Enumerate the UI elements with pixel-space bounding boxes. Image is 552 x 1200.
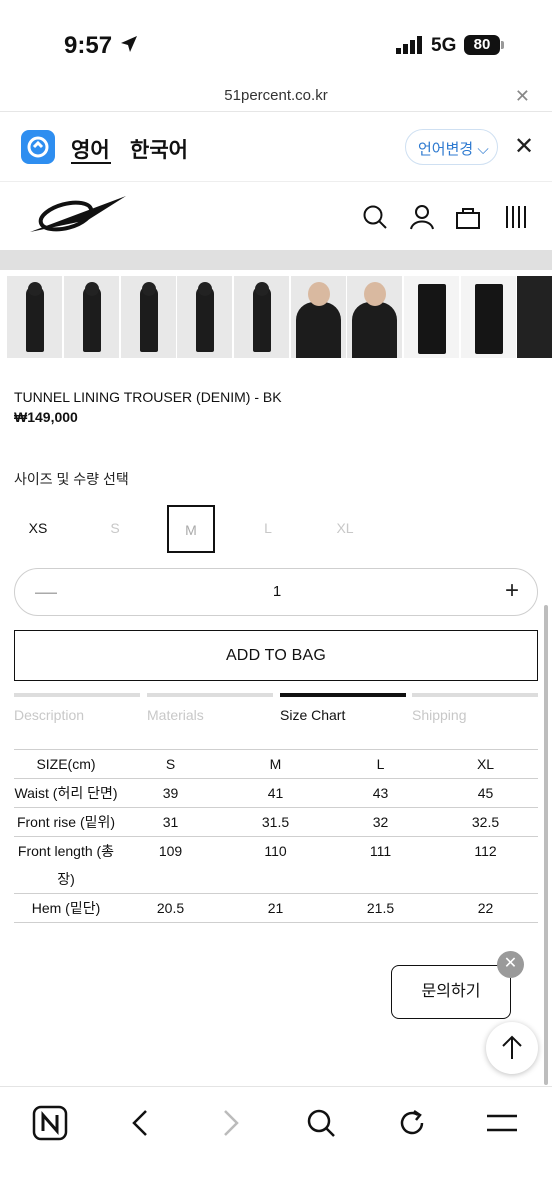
row-label: Waist (허리 단면) (14, 778, 118, 808)
url-bar[interactable]: 51percent.co.kr ✕ (0, 84, 552, 112)
table-cell: 109 (118, 836, 223, 894)
tab-description[interactable]: Description (14, 693, 140, 723)
bag-icon[interactable] (455, 204, 481, 230)
browser-bottom-nav (0, 1086, 552, 1200)
product-thumbnail[interactable] (121, 276, 176, 358)
translate-app-icon (21, 130, 55, 164)
size-chart-table: SIZE(cm) S M L XL Waist (허리 단면) 39 41 43… (14, 749, 538, 923)
scrollbar[interactable] (544, 605, 548, 1085)
source-language-tab[interactable]: 영어 (71, 134, 110, 164)
table-cell: 21.5 (328, 893, 433, 923)
table-cell: 43 (328, 778, 433, 808)
row-label-line: Front length (총 (17, 843, 115, 859)
size-option-l[interactable]: L (244, 505, 292, 553)
battery-tip (501, 41, 504, 49)
menu-icon[interactable] (504, 204, 528, 230)
table-cell: 110 (223, 836, 328, 894)
quantity-stepper: — 1 + (14, 568, 538, 616)
table-row: Waist (허리 단면) 39 41 43 45 (14, 778, 538, 808)
table-cell: 22 (433, 893, 538, 923)
product-info-tabs: Description Materials Size Chart Shippin… (14, 693, 538, 723)
table-cell: 111 (328, 836, 433, 894)
table-row: Front length (총장) 109 110 111 112 (14, 836, 538, 894)
close-inquiry-icon[interactable]: ✕ (497, 951, 524, 978)
row-label: Hem (밑단) (14, 893, 118, 923)
table-cell: 39 (118, 778, 223, 808)
product-thumbnail[interactable] (291, 276, 346, 358)
table-cell: 31.5 (223, 807, 328, 837)
column-header: S (118, 749, 223, 779)
change-language-button[interactable]: 언어변경 ⌵ (405, 129, 498, 165)
tab-size-chart[interactable]: Size Chart (280, 693, 406, 723)
site-header (0, 182, 552, 250)
size-select-label: 사이즈 및 수량 선택 (14, 471, 129, 487)
product-thumbnail-strip[interactable] (7, 276, 552, 358)
product-price: ₩149,000 (14, 409, 78, 425)
quantity-value: 1 (272, 583, 282, 600)
status-time: 9:57 (64, 32, 113, 59)
add-to-bag-button[interactable]: ADD TO BAG (14, 630, 538, 681)
translate-bar: 영어 한국어 언어변경 ⌵ ✕ (0, 112, 552, 182)
user-icon[interactable] (409, 204, 435, 230)
product-title: TUNNEL LINING TROUSER (DENIM) - BK (14, 389, 282, 405)
size-option-xs[interactable]: XS (14, 505, 62, 553)
size-option-m[interactable]: M (167, 505, 215, 553)
row-label-line: 장) (57, 871, 75, 887)
refresh-icon[interactable] (392, 1103, 432, 1143)
naver-home-icon[interactable] (30, 1103, 70, 1143)
arrow-up-icon (502, 1035, 522, 1059)
product-thumbnail[interactable] (517, 276, 552, 358)
url-text[interactable]: 51percent.co.kr (0, 87, 552, 104)
quantity-increase-button[interactable]: + (505, 577, 519, 605)
product-thumbnail[interactable] (7, 276, 62, 358)
search-icon[interactable] (301, 1103, 341, 1143)
table-cell: 31 (118, 807, 223, 837)
product-thumbnail[interactable] (404, 276, 459, 358)
forward-icon[interactable] (211, 1103, 251, 1143)
column-header: L (328, 749, 433, 779)
menu-icon[interactable] (482, 1103, 522, 1143)
table-cell: 21 (223, 893, 328, 923)
size-option-s[interactable]: S (91, 505, 139, 553)
status-bar: 9:57 5G 80 (0, 0, 552, 84)
table-header-row: SIZE(cm) S M L XL (14, 749, 538, 779)
search-icon[interactable] (362, 204, 388, 230)
product-thumbnail[interactable] (64, 276, 119, 358)
inquiry-button[interactable]: 문의하기 (391, 965, 511, 1019)
target-language-tab[interactable]: 한국어 (130, 134, 188, 164)
brand-logo[interactable] (28, 194, 128, 236)
row-label: Front rise (밑위) (14, 807, 118, 837)
hero-image-edge (0, 250, 552, 270)
close-icon[interactable]: ✕ (515, 86, 530, 107)
location-arrow-icon (121, 36, 137, 52)
column-header: SIZE(cm) (14, 749, 118, 779)
battery-icon: 80 (464, 35, 500, 55)
table-cell: 45 (433, 778, 538, 808)
back-icon[interactable] (120, 1103, 160, 1143)
column-header: XL (433, 749, 538, 779)
table-cell: 20.5 (118, 893, 223, 923)
table-cell: 32.5 (433, 807, 538, 837)
size-option-xl[interactable]: XL (321, 505, 369, 553)
table-row: Front rise (밑위) 31 31.5 32 32.5 (14, 807, 538, 837)
column-header: M (223, 749, 328, 779)
product-thumbnail[interactable] (177, 276, 232, 358)
tab-shipping[interactable]: Shipping (412, 693, 538, 723)
table-cell: 41 (223, 778, 328, 808)
product-thumbnail[interactable] (347, 276, 402, 358)
tab-materials[interactable]: Materials (147, 693, 273, 723)
table-row: Hem (밑단) 20.5 21 21.5 22 (14, 893, 538, 923)
table-cell: 112 (433, 836, 538, 894)
table-cell: 32 (328, 807, 433, 837)
row-label: Front length (총장) (14, 836, 118, 894)
product-thumbnail[interactable] (234, 276, 289, 358)
network-type: 5G (431, 35, 457, 56)
source-language-underline (71, 162, 111, 164)
close-translate-icon[interactable]: ✕ (514, 132, 534, 161)
product-thumbnail[interactable] (461, 276, 516, 358)
cellular-signal-icon (396, 36, 422, 54)
scroll-to-top-button[interactable] (486, 1022, 538, 1074)
